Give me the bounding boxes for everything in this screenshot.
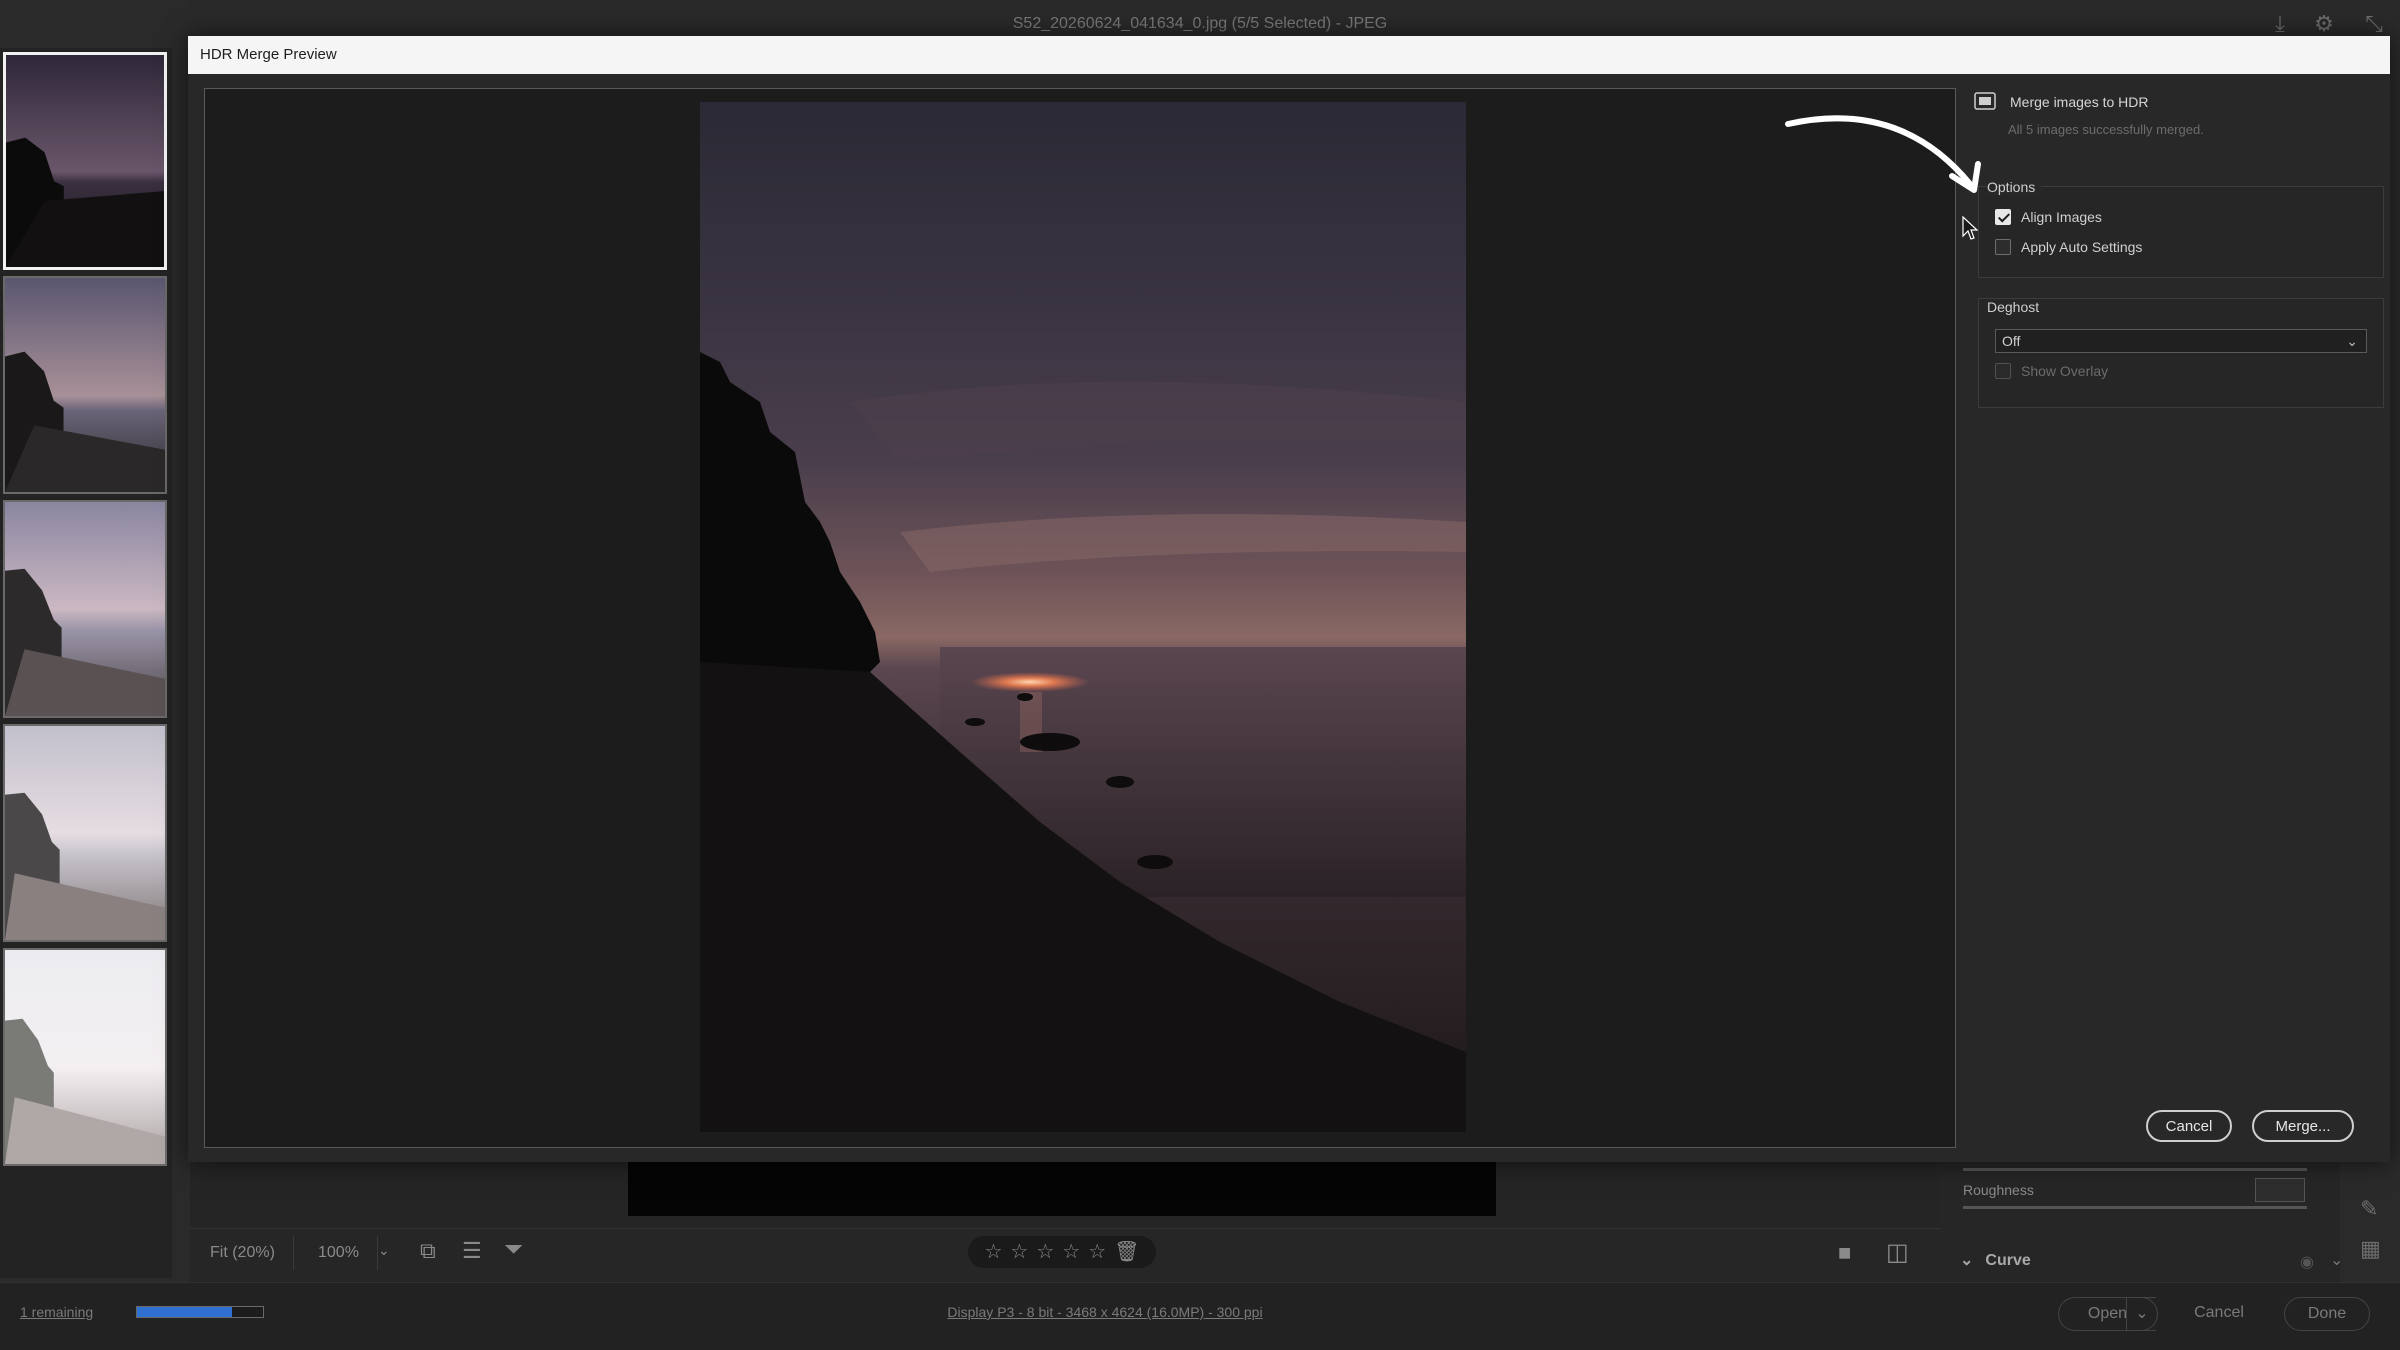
- collapse-icon[interactable]: ⤡: [2360, 10, 2388, 38]
- sort-icon[interactable]: ☰: [462, 1238, 482, 1264]
- thumbnail-2[interactable]: [3, 276, 167, 494]
- roughness-value-field[interactable]: [2255, 1178, 2305, 1202]
- gear-icon[interactable]: ⚙: [2310, 10, 2338, 38]
- fit-zoom-button[interactable]: Fit (20%): [192, 1236, 294, 1270]
- brush-icon[interactable]: ✎: [2360, 1196, 2378, 1222]
- mouse-cursor-icon: [1962, 216, 1978, 240]
- thumbnail-image: [5, 502, 165, 716]
- export-icon[interactable]: ⤓: [2266, 10, 2294, 38]
- chevron-down-icon: ⌄: [2346, 333, 2358, 349]
- thumbnail-image: [5, 278, 165, 492]
- deghost-title: Deghost: [1987, 299, 2040, 315]
- star-icons[interactable]: ☆☆☆☆☆: [984, 1241, 1114, 1263]
- merge-button[interactable]: Merge...: [2252, 1110, 2354, 1142]
- curve-section-header[interactable]: ⌄ Curve: [1960, 1250, 2031, 1270]
- apply-auto-settings-label[interactable]: Apply Auto Settings: [2021, 239, 2142, 255]
- options-title: Options: [1987, 179, 2042, 195]
- single-view-icon[interactable]: ■: [1838, 1240, 1851, 1266]
- trash-icon[interactable]: 🗑: [1114, 1241, 1139, 1263]
- roughness-label: Roughness: [1963, 1182, 2034, 1198]
- deghost-select[interactable]: Off ⌄: [1995, 329, 2367, 353]
- slider-track: [1963, 1168, 2307, 1171]
- cancel-button[interactable]: Cancel: [2146, 1110, 2232, 1142]
- chevron-down-icon[interactable]: ⌄: [2330, 1250, 2343, 1270]
- annotation-arrow-icon: [1785, 115, 1981, 193]
- zoom-dropdown-chevron-icon[interactable]: ⌄: [378, 1242, 390, 1259]
- apply-auto-settings-checkbox[interactable]: [1995, 239, 2011, 255]
- eye-icon[interactable]: ◉: [2300, 1252, 2314, 1272]
- file-info-link[interactable]: Display P3 - 8 bit - 3468 x 4624 (16.0MP…: [0, 1304, 2210, 1320]
- thumbnail-5[interactable]: [3, 948, 167, 1166]
- cancel-edit-button[interactable]: Cancel: [2180, 1297, 2258, 1331]
- roughness-slider[interactable]: [1963, 1206, 2307, 1209]
- thumbnail-3[interactable]: [3, 500, 167, 718]
- thumbnail-image: [6, 55, 164, 267]
- show-overlay-checkbox[interactable]: [1995, 363, 2011, 379]
- thumbnail-4[interactable]: [3, 724, 167, 942]
- deghost-value: Off: [2002, 333, 2021, 349]
- split-view-icon[interactable]: ◫: [1886, 1238, 1909, 1267]
- compare-icon[interactable]: ⧉: [420, 1238, 436, 1264]
- options-group: Options Align Images Apply Auto Settings: [1978, 179, 2384, 278]
- show-overlay-label[interactable]: Show Overlay: [2021, 363, 2108, 379]
- merge-options-panel: Merge images to HDR All 5 images success…: [1966, 88, 2390, 1162]
- grid-icon[interactable]: ▦: [2360, 1236, 2381, 1262]
- thumbnail-1[interactable]: [3, 52, 167, 270]
- align-images-checkbox[interactable]: [1995, 209, 2011, 225]
- merge-heading: Merge images to HDR: [2010, 94, 2149, 110]
- filter-icon[interactable]: ⏷: [504, 1236, 523, 1264]
- preview-photo: [700, 102, 1466, 1132]
- curve-label: Curve: [1985, 1252, 2031, 1269]
- thumbnail-image: [5, 726, 165, 940]
- chevron-down-icon: ⌄: [1960, 1252, 1974, 1269]
- align-images-label[interactable]: Align Images: [2021, 209, 2102, 225]
- thumbnail-image: [5, 950, 165, 1164]
- hdr-merge-dialog: HDR Merge Preview Merge images to HDR Al…: [188, 36, 2390, 1162]
- done-button[interactable]: Done: [2284, 1297, 2370, 1331]
- background-image-strip: [628, 1162, 1496, 1216]
- zoom-100-button[interactable]: 100%: [300, 1236, 378, 1270]
- hdr-preview-image: [700, 102, 1466, 1132]
- merge-status-text: All 5 images successfully merged.: [2008, 122, 2204, 137]
- dialog-titlebar[interactable]: HDR Merge Preview: [188, 36, 2390, 74]
- dialog-title: HDR Merge Preview: [200, 46, 337, 63]
- preview-area: [204, 88, 1956, 1148]
- rating-stars[interactable]: ☆☆☆☆☆🗑: [968, 1236, 1156, 1268]
- deghost-group: Deghost Off ⌄ Show Overlay: [1978, 298, 2384, 408]
